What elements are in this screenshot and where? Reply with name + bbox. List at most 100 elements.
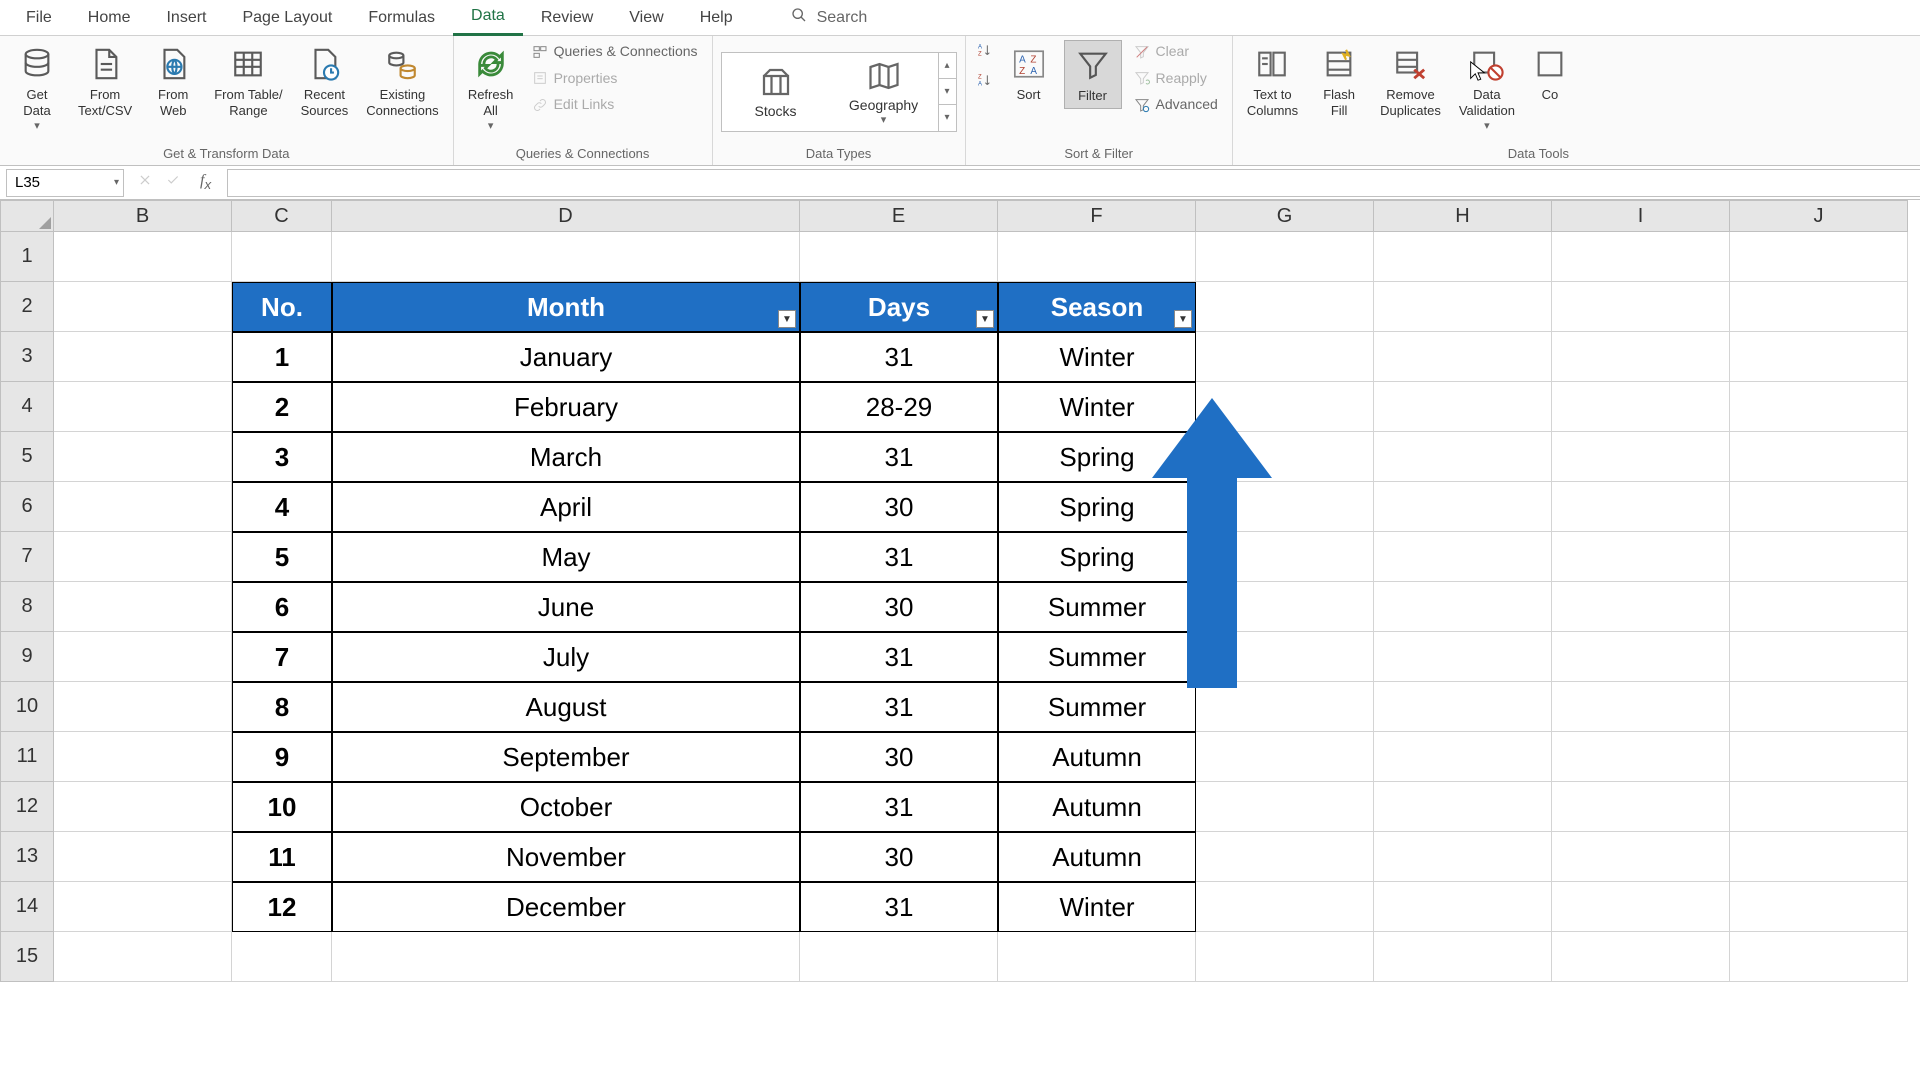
cell[interactable] xyxy=(1374,882,1552,932)
cell[interactable]: Winter xyxy=(998,882,1196,932)
cell[interactable] xyxy=(1196,832,1374,882)
cell[interactable] xyxy=(332,932,800,982)
cell[interactable]: Autumn xyxy=(998,832,1196,882)
cell[interactable] xyxy=(54,882,232,932)
tab-help[interactable]: Help xyxy=(682,1,751,35)
fx-icon[interactable]: fx xyxy=(194,172,217,192)
cell[interactable] xyxy=(1374,282,1552,332)
cell[interactable]: Days▼ xyxy=(800,282,998,332)
cell[interactable] xyxy=(800,232,998,282)
cell[interactable]: 6 xyxy=(232,582,332,632)
cell[interactable] xyxy=(1374,382,1552,432)
chevron-up-icon[interactable]: ▴ xyxy=(939,53,956,79)
cell[interactable] xyxy=(54,382,232,432)
cell[interactable] xyxy=(1196,282,1374,332)
advanced-filter-button[interactable]: Advanced xyxy=(1128,93,1224,117)
select-all-corner[interactable] xyxy=(0,200,54,232)
cell[interactable] xyxy=(800,932,998,982)
clear-filter-button[interactable]: Clear xyxy=(1128,40,1224,64)
filter-button[interactable]: Filter xyxy=(1064,40,1122,109)
row-header-1[interactable]: 1 xyxy=(0,232,54,282)
col-header-C[interactable]: C xyxy=(232,200,332,232)
cell[interactable] xyxy=(54,782,232,832)
enter-icon[interactable] xyxy=(166,173,180,192)
cell[interactable] xyxy=(1374,482,1552,532)
chevron-down-icon[interactable]: ▾ xyxy=(114,177,119,188)
row-header-14[interactable]: 14 xyxy=(0,882,54,932)
cell[interactable]: January xyxy=(332,332,800,382)
cell[interactable]: September xyxy=(332,732,800,782)
tab-formulas[interactable]: Formulas xyxy=(350,1,453,35)
cell[interactable] xyxy=(1374,532,1552,582)
cell[interactable]: 2 xyxy=(232,382,332,432)
sort-desc-button[interactable]: ZA xyxy=(974,70,994,90)
cell[interactable] xyxy=(1374,732,1552,782)
tab-review[interactable]: Review xyxy=(523,1,611,35)
col-header-B[interactable]: B xyxy=(54,200,232,232)
recent-sources-button[interactable]: Recent Sources xyxy=(295,40,355,124)
cell[interactable]: Spring xyxy=(998,432,1196,482)
cell[interactable] xyxy=(1196,732,1374,782)
row-header-4[interactable]: 4 xyxy=(0,382,54,432)
cell[interactable]: 5 xyxy=(232,532,332,582)
cell[interactable] xyxy=(1730,932,1908,982)
cell[interactable]: 10 xyxy=(232,782,332,832)
cell[interactable] xyxy=(1196,882,1374,932)
from-text-csv-button[interactable]: From Text/CSV xyxy=(72,40,138,124)
cell[interactable] xyxy=(1374,632,1552,682)
cell[interactable] xyxy=(1196,782,1374,832)
row-header-6[interactable]: 6 xyxy=(0,482,54,532)
tab-data[interactable]: Data xyxy=(453,0,523,36)
cell[interactable] xyxy=(1552,932,1730,982)
cell[interactable]: Spring xyxy=(998,482,1196,532)
cell[interactable]: Winter xyxy=(998,332,1196,382)
filter-dropdown[interactable]: ▼ xyxy=(1174,310,1192,328)
cell[interactable] xyxy=(1374,332,1552,382)
cell[interactable]: 30 xyxy=(800,732,998,782)
row-header-3[interactable]: 3 xyxy=(0,332,54,382)
cell[interactable] xyxy=(1552,482,1730,532)
cell[interactable] xyxy=(1552,682,1730,732)
row-header-12[interactable]: 12 xyxy=(0,782,54,832)
cell[interactable]: May xyxy=(332,532,800,582)
cell[interactable]: February xyxy=(332,382,800,432)
cell[interactable]: Autumn xyxy=(998,782,1196,832)
tab-file[interactable]: File xyxy=(8,1,70,35)
flash-fill-button[interactable]: Flash Fill xyxy=(1310,40,1368,124)
cell[interactable]: 1 xyxy=(232,332,332,382)
chevron-down-icon[interactable]: ▾ xyxy=(939,79,956,105)
cell[interactable] xyxy=(1196,482,1374,532)
cell[interactable]: Summer xyxy=(998,582,1196,632)
cell[interactable]: November xyxy=(332,832,800,882)
cell[interactable] xyxy=(1196,332,1374,382)
chevron-expand-icon[interactable]: ▾ xyxy=(939,105,956,130)
cell[interactable] xyxy=(1730,482,1908,532)
cell[interactable] xyxy=(1552,332,1730,382)
cell[interactable] xyxy=(54,482,232,532)
cell[interactable] xyxy=(1730,832,1908,882)
row-header-7[interactable]: 7 xyxy=(0,532,54,582)
col-header-D[interactable]: D xyxy=(332,200,800,232)
edit-links-button[interactable]: Edit Links xyxy=(526,93,704,117)
cell[interactable]: Month▼ xyxy=(332,282,800,332)
cell[interactable]: Spring xyxy=(998,532,1196,582)
cell[interactable] xyxy=(1552,532,1730,582)
sort-asc-button[interactable]: AZ xyxy=(974,40,994,60)
row-header-9[interactable]: 9 xyxy=(0,632,54,682)
cell[interactable]: 31 xyxy=(800,432,998,482)
cell[interactable] xyxy=(1552,382,1730,432)
sort-button[interactable]: AZZASort xyxy=(1000,40,1058,107)
col-header-I[interactable]: I xyxy=(1552,200,1730,232)
cell[interactable] xyxy=(1730,232,1908,282)
cell[interactable] xyxy=(232,232,332,282)
col-header-F[interactable]: F xyxy=(998,200,1196,232)
cell[interactable] xyxy=(1196,382,1374,432)
queries-connections-button[interactable]: Queries & Connections xyxy=(526,40,704,64)
col-header-E[interactable]: E xyxy=(800,200,998,232)
cell[interactable]: Winter xyxy=(998,382,1196,432)
cell[interactable] xyxy=(54,732,232,782)
cell[interactable] xyxy=(1730,632,1908,682)
cell[interactable] xyxy=(1730,582,1908,632)
cell[interactable] xyxy=(1730,282,1908,332)
cell[interactable] xyxy=(54,632,232,682)
